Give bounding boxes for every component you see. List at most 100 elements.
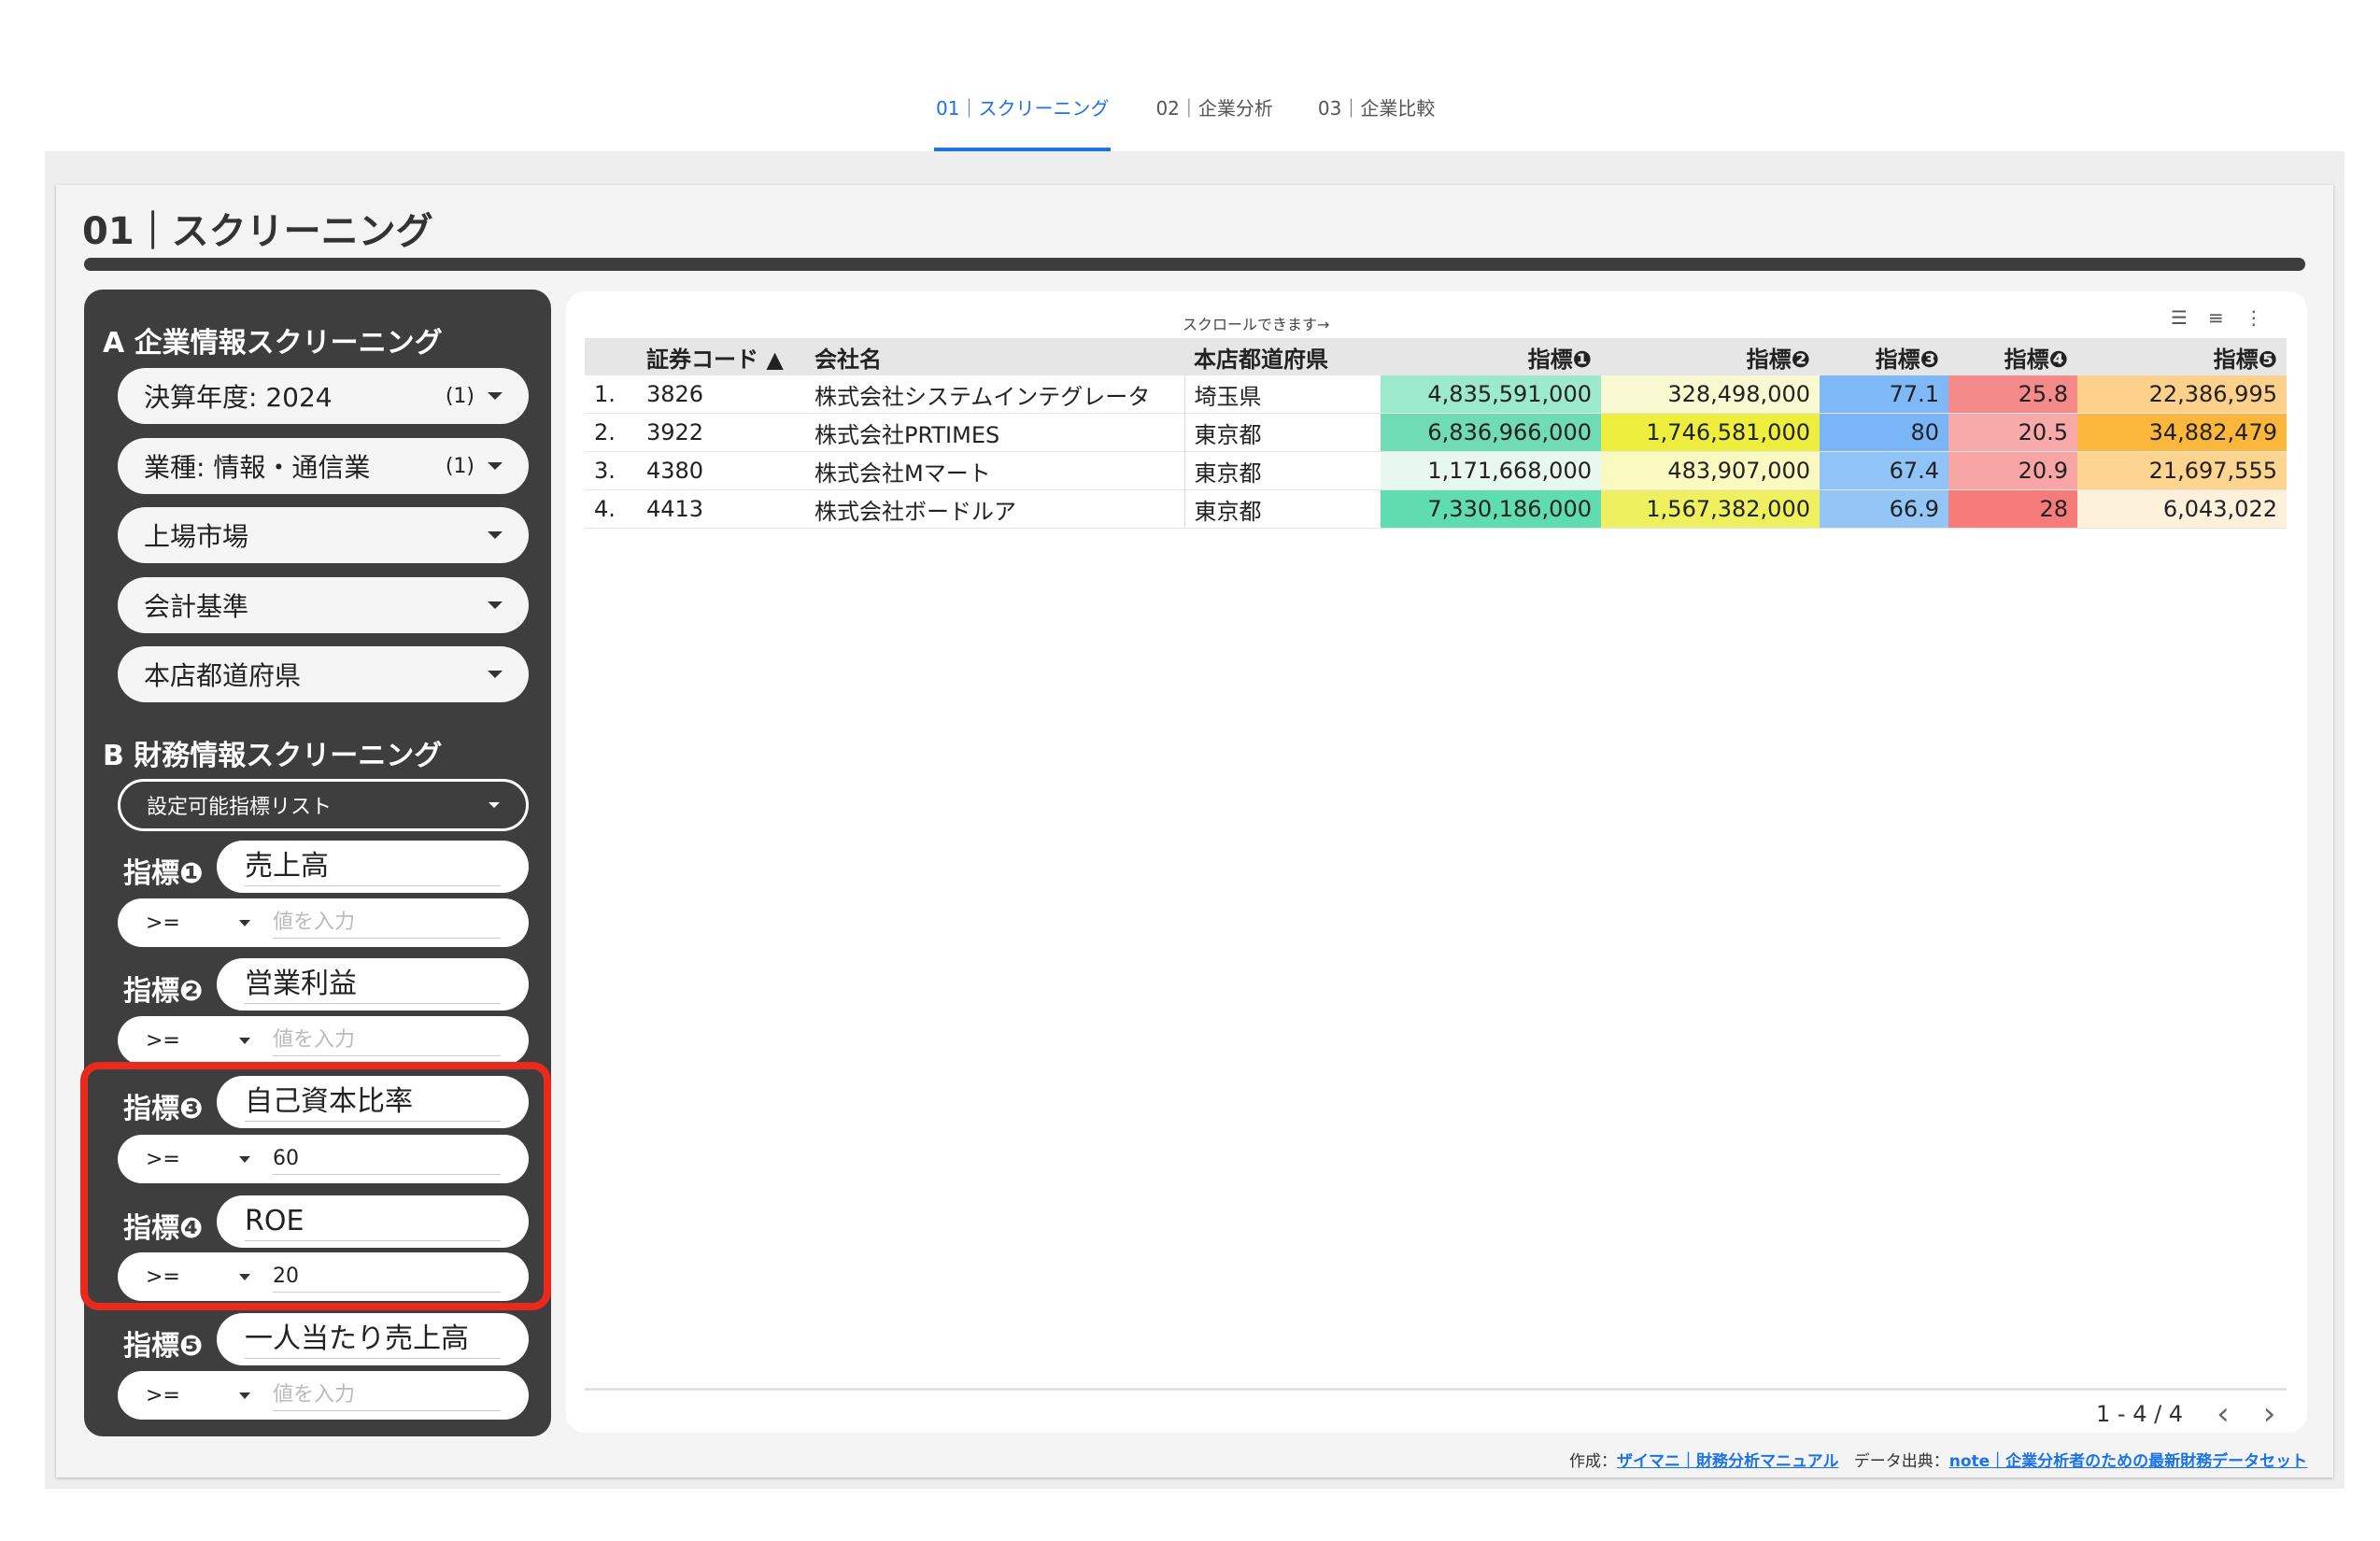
col-header-indicator-4[interactable]: 指標❹ [1948,338,2077,375]
made-by-prefix: 作成： [1569,1452,1617,1471]
cell-company: 株式会社Mマート [805,451,1184,490]
cell-company: 株式会社PRTIMES [805,413,1184,452]
cell-indicator-2: 1,746,581,000 [1601,413,1820,452]
caret-down-icon [239,1037,250,1044]
caret-down-icon [488,671,503,678]
highlight-box [80,1062,551,1310]
cell-indicator-4: 20.9 [1948,451,2077,490]
cell-indicator-1: 4,835,591,000 [1381,375,1601,414]
cell-indicator-2: 1,567,382,000 [1601,489,1820,529]
row-index: 2. [585,413,637,452]
dropdown-label: 業種: 情報・通信業 [144,452,371,483]
source-prefix: データ出典： [1853,1452,1949,1471]
indicator-1-metric[interactable]: 売上高 [217,841,529,893]
cell-indicator-3: 66.9 [1820,489,1948,529]
cell-indicator-5: 21,697,555 [2077,451,2287,490]
col-header-index [585,338,637,375]
cell-prefecture: 東京都 [1183,413,1381,452]
dropdown-label: 設定可能指標リスト [147,796,333,819]
table-row[interactable]: 4. 4413 株式会社ボードルア 東京都 7,330,186,000 1,56… [585,489,2287,529]
row-index: 3. [585,451,637,490]
dropdown-label: 決算年度: 2024 [144,382,333,413]
made-by-link[interactable]: ザイマニ｜財務分析マニュアル [1617,1452,1839,1471]
tab-screening[interactable]: 01｜スクリーニング [934,86,1112,151]
value-input[interactable]: 値を入力 [273,908,501,939]
cell-code: 4380 [637,451,805,490]
col-header-indicator-2[interactable]: 指標❷ [1601,338,1820,375]
cell-indicator-4: 20.5 [1948,413,2077,452]
row-index: 4. [585,489,637,529]
caret-down-icon [488,392,503,400]
filter-icon[interactable]: ≡ [2208,306,2224,329]
value-input[interactable]: 値を入力 [273,1025,501,1056]
indicator-2-condition[interactable]: >= 値を入力 [118,1016,529,1065]
selection-count: (1) [445,384,475,408]
indicator-list-dropdown[interactable]: 設定可能指標リスト [118,779,529,831]
footer-credits: 作成：ザイマニ｜財務分析マニュアル データ出典：note｜企業分析者のための最新… [1569,1448,2307,1471]
operator-value: >= [146,911,180,935]
metric-value: 一人当たり売上高 [245,1321,501,1359]
dropdown-label: 本店都道府県 [144,660,302,691]
cell-indicator-1: 1,171,668,000 [1381,451,1601,490]
cell-indicator-3: 77.1 [1820,375,1948,414]
indicator-2-label: 指標❷ [123,975,204,1008]
accounting-standard-dropdown[interactable]: 会計基準 [118,577,529,633]
more-vert-icon[interactable]: ⋮ [2245,306,2263,329]
chevron-left-icon[interactable]: ‹ [2217,1395,2230,1433]
cell-indicator-3: 80 [1820,413,1948,452]
table-row[interactable]: 3. 4380 株式会社Mマート 東京都 1,171,668,000 483,9… [585,451,2287,490]
caret-down-icon [239,919,250,926]
results-table: 証券コード ▲ 会社名 本店都道府県 指標❶ 指標❷ 指標❸ 指標❹ 指標❺ 1… [585,338,2287,529]
report-tabs: 01｜スクリーニング 02｜企業分析 03｜企業比較 [934,86,1435,151]
table-toolbar: ☰ ≡ ⋮ [2171,306,2263,329]
value-input[interactable]: 値を入力 [273,1380,501,1411]
cell-company: 株式会社システムインテグレータ [805,375,1184,414]
cell-indicator-4: 28 [1948,489,2077,529]
cell-code: 4413 [637,489,805,529]
page-title: 01｜スクリーニング [82,210,433,253]
table-row[interactable]: 2. 3922 株式会社PRTIMES 東京都 6,836,966,000 1,… [585,413,2287,452]
market-dropdown[interactable]: 上場市場 [118,507,529,563]
cell-prefecture: 東京都 [1183,451,1381,490]
cell-prefecture: 埼玉県 [1183,375,1381,414]
cell-indicator-1: 6,836,966,000 [1381,413,1601,452]
cell-company: 株式会社ボードルア [805,489,1184,529]
source-link[interactable]: note｜企業分析者のための最新財務データセット [1949,1452,2307,1471]
row-index: 1. [585,375,637,414]
indicator-1-condition[interactable]: >= 値を入力 [118,898,529,947]
caret-down-icon [488,531,503,539]
col-header-prefecture[interactable]: 本店都道府県 [1184,338,1381,375]
metric-value: 売上高 [245,848,501,886]
table-header-row: 証券コード ▲ 会社名 本店都道府県 指標❶ 指標❷ 指標❸ 指標❹ 指標❺ [585,338,2287,375]
industry-dropdown[interactable]: 業種: 情報・通信業 (1) [118,438,529,494]
fiscal-year-dropdown[interactable]: 決算年度: 2024 (1) [118,368,529,424]
indicator-2-metric[interactable]: 営業利益 [217,958,529,1011]
indicator-5-condition[interactable]: >= 値を入力 [118,1371,529,1420]
table-bottom-divider [585,1388,2287,1391]
tab-company-comparison[interactable]: 03｜企業比較 [1318,86,1435,151]
cell-indicator-5: 22,386,995 [2077,375,2287,414]
cell-indicator-3: 67.4 [1820,451,1948,490]
col-header-indicator-5[interactable]: 指標❺ [2077,338,2287,375]
scroll-hint: スクロールできます→ [1183,316,1330,333]
metric-value: 営業利益 [245,966,501,1004]
sliders-icon[interactable]: ☰ [2171,306,2188,329]
chevron-right-icon[interactable]: › [2263,1395,2276,1433]
cell-indicator-5: 34,882,479 [2077,413,2287,452]
col-header-indicator-1[interactable]: 指標❶ [1381,338,1601,375]
cell-code: 3922 [637,413,805,452]
pagination-range: 1 - 4 / 4 [2096,1401,2184,1427]
indicator-5-metric[interactable]: 一人当たり売上高 [217,1313,529,1365]
caret-down-icon [488,601,503,609]
tab-company-analysis[interactable]: 02｜企業分析 [1155,86,1272,151]
prefecture-dropdown[interactable]: 本店都道府県 [118,646,529,702]
indicator-1-label: 指標❶ [123,857,204,890]
section-a-title: A 企業情報スクリーニング [103,327,443,360]
col-header-company[interactable]: 会社名 [805,338,1184,375]
table-row[interactable]: 1. 3826 株式会社システムインテグレータ 埼玉県 4,835,591,00… [585,375,2287,414]
col-header-indicator-3[interactable]: 指標❸ [1820,338,1948,375]
col-header-code[interactable]: 証券コード ▲ [637,338,805,375]
section-b-title: B 財務情報スクリーニング [103,740,443,772]
operator-value: >= [146,1383,180,1407]
cell-indicator-1: 7,330,186,000 [1381,489,1601,529]
